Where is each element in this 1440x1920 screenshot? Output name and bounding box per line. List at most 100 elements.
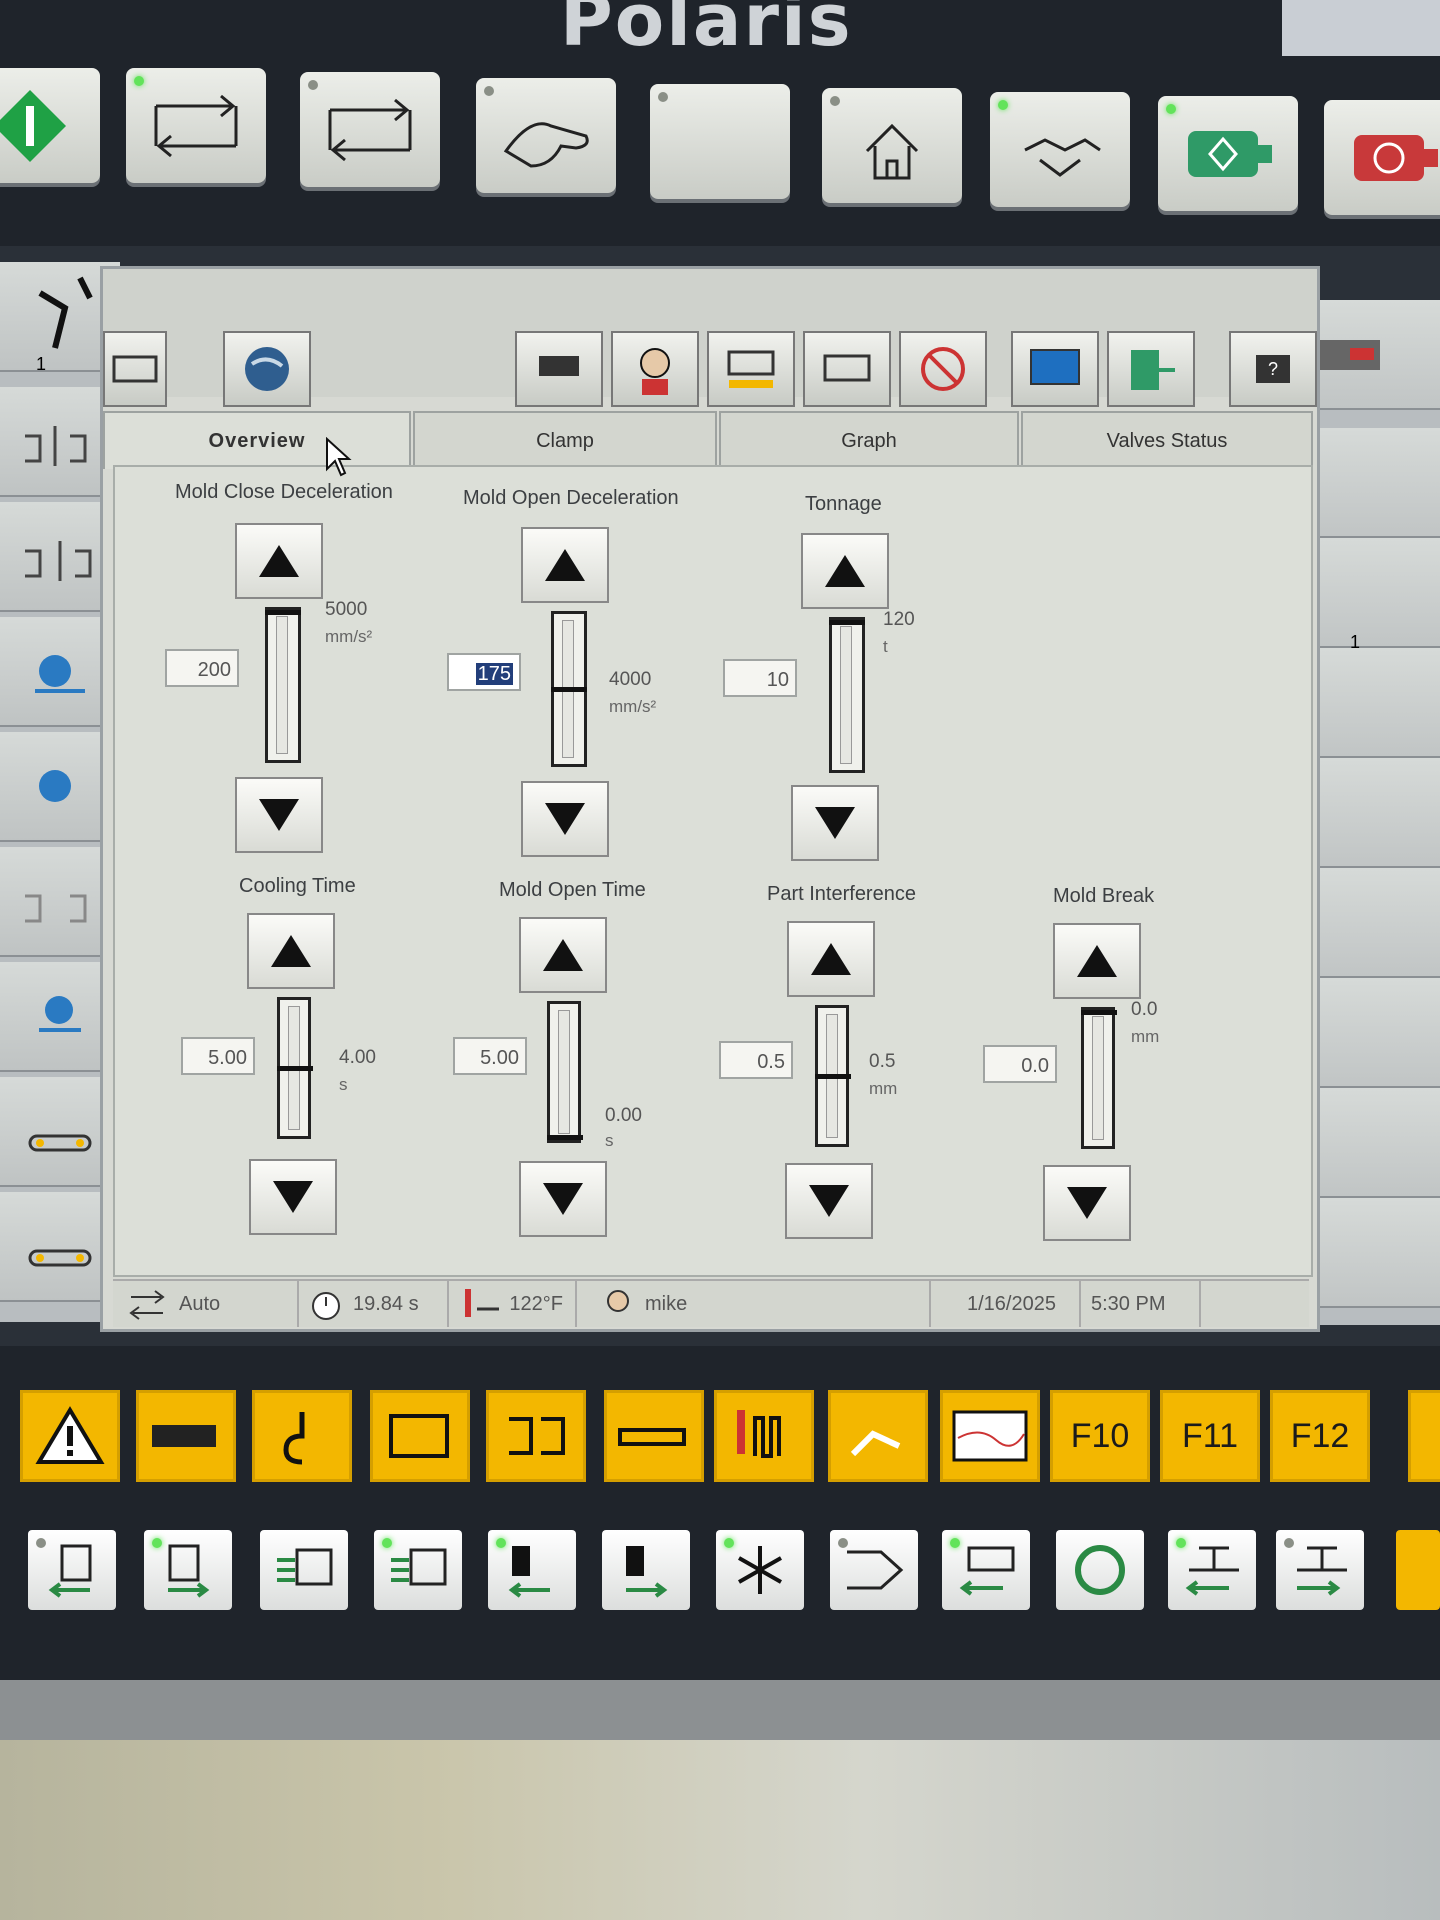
mold-open-decel-up-button[interactable] — [521, 527, 609, 603]
help-button[interactable]: ? — [1229, 331, 1317, 407]
mold-break-input[interactable]: 0.0 — [983, 1045, 1057, 1083]
alarm-key[interactable] — [20, 1390, 120, 1482]
mold-open-decel-slider[interactable] — [551, 611, 587, 767]
down-arrow-icon — [259, 799, 299, 831]
motor-start-button[interactable] — [1158, 96, 1298, 211]
tab-graph[interactable]: Graph — [719, 411, 1019, 471]
mold-break-up-button[interactable] — [1053, 923, 1141, 999]
conveyor-icon — [28, 1134, 92, 1152]
injection-key[interactable] — [604, 1390, 704, 1482]
screen-display-button[interactable] — [1011, 331, 1099, 407]
mold-close-manual-key[interactable] — [144, 1530, 232, 1610]
carriage-forward-manual-key[interactable] — [1276, 1530, 1364, 1610]
ejector-back-manual-key[interactable] — [260, 1530, 348, 1610]
tonnage-slider[interactable] — [829, 617, 865, 773]
core-out-manual-key[interactable] — [602, 1530, 690, 1610]
mold-close-decel-up-button[interactable] — [235, 523, 323, 599]
mold-open-decel-down-button[interactable] — [521, 781, 609, 857]
core-in-manual-key[interactable] — [488, 1530, 576, 1610]
part-interference-input[interactable]: 0.5 — [719, 1041, 793, 1079]
part-interference-up-button[interactable] — [787, 921, 875, 997]
robot-arm-small-icon — [850, 1430, 901, 1457]
hmi-screen: ? Overview Clamp Graph Valves Status Mol… — [100, 266, 1320, 1332]
graph-key[interactable] — [940, 1390, 1040, 1482]
temperature-key[interactable] — [714, 1390, 814, 1482]
part-interference-slider[interactable] — [815, 1005, 851, 1147]
mute-button[interactable] — [899, 331, 987, 407]
cooling-time-slider[interactable] — [277, 997, 313, 1139]
robot-handshake-button[interactable] — [990, 92, 1130, 207]
slider-thumb[interactable] — [277, 1066, 313, 1071]
robot-arm-key[interactable] — [828, 1390, 928, 1482]
machine-overview-key[interactable] — [136, 1390, 236, 1482]
tonnage-up-button[interactable] — [801, 533, 889, 609]
slider-thumb[interactable] — [551, 687, 587, 692]
mold-open-time-up-button[interactable] — [519, 917, 607, 993]
f10-key[interactable]: F10 — [1050, 1390, 1150, 1482]
ejector-forward-manual-key[interactable] — [374, 1530, 462, 1610]
slider-thumb[interactable] — [547, 1135, 583, 1140]
mold-view-button[interactable] — [103, 331, 167, 407]
status-cycle-time-text: 19.84 s — [353, 1292, 419, 1315]
cooling-time-up-button[interactable] — [247, 913, 335, 989]
extra-manual-key[interactable] — [1396, 1530, 1440, 1610]
cooling-time-input[interactable]: 5.00 — [181, 1037, 255, 1075]
nozzle-manual-key[interactable] — [830, 1530, 918, 1610]
mold-break-slider[interactable] — [1081, 1007, 1117, 1149]
auto-button[interactable] — [300, 72, 440, 187]
part-interference-down-button[interactable] — [785, 1163, 873, 1239]
mold-close-decel-slider[interactable] — [265, 607, 301, 763]
f11-key[interactable]: F11 — [1160, 1390, 1260, 1482]
mold-break-down-button[interactable] — [1043, 1165, 1131, 1241]
part-interference-max: 0.5 — [869, 1051, 896, 1072]
robot-home-button[interactable] — [822, 88, 962, 203]
semi-auto-button[interactable] — [126, 68, 266, 183]
motor-stop-button[interactable] — [1324, 100, 1440, 215]
ejector-key[interactable] — [486, 1390, 586, 1482]
mold-open-decel-input[interactable]: 175 — [447, 653, 521, 691]
mold-open-time-slider[interactable] — [547, 1001, 583, 1143]
tonnage-down-button[interactable] — [791, 785, 879, 861]
robot-key[interactable] — [252, 1390, 352, 1482]
mold-measure-button[interactable] — [707, 331, 795, 407]
mold-open-manual-key[interactable] — [28, 1530, 116, 1610]
carriage-back-manual-key[interactable] — [1168, 1530, 1256, 1610]
screw-back-manual-key[interactable] — [942, 1530, 1030, 1610]
slider-thumb[interactable] — [1081, 1010, 1117, 1015]
mold-key[interactable] — [370, 1390, 470, 1482]
slider-thumb[interactable] — [815, 1074, 851, 1079]
mold-close-decel-down-button[interactable] — [235, 777, 323, 853]
manual-button[interactable] — [476, 78, 616, 193]
globe-button[interactable] — [223, 331, 311, 407]
mold-close-decel-input[interactable]: 200 — [165, 649, 239, 687]
left-key-number: 1 — [36, 354, 47, 374]
mold-setup-button[interactable] — [803, 331, 891, 407]
tab-overview[interactable]: Overview — [103, 411, 411, 469]
cooling-time-down-button[interactable] — [249, 1159, 337, 1235]
mold-open-time-down-button[interactable] — [519, 1161, 607, 1237]
blank-button[interactable] — [650, 84, 790, 199]
next-key[interactable] — [1408, 1390, 1440, 1482]
cycle-start-button[interactable] — [0, 68, 100, 183]
tab-valves-status[interactable]: Valves Status — [1021, 411, 1313, 471]
mold-ruler-icon — [727, 350, 775, 388]
slider-thumb[interactable] — [265, 610, 301, 615]
cooling-manual-key[interactable] — [716, 1530, 804, 1610]
auto-cycle-small-icon — [129, 1290, 165, 1320]
f12-key[interactable]: F12 — [1270, 1390, 1370, 1482]
injection-unit-button[interactable] — [515, 331, 603, 407]
logout-button[interactable] — [1107, 331, 1195, 407]
recycle-manual-key[interactable] — [1056, 1530, 1144, 1610]
slider-thumb[interactable] — [829, 620, 865, 625]
mold-close-icon — [25, 541, 92, 581]
user-button[interactable] — [611, 331, 699, 407]
up-arrow-icon — [825, 555, 865, 587]
tonnage-input[interactable]: 10 — [723, 659, 797, 697]
mouse-cursor-icon — [326, 437, 352, 477]
mold-break-unit: mm — [1131, 1027, 1160, 1046]
mold-open-time-input[interactable]: 5.00 — [453, 1037, 527, 1075]
tab-clamp[interactable]: Clamp — [413, 411, 717, 471]
svg-text:?: ? — [1268, 359, 1278, 379]
mold-break-max: 0.0 — [1131, 999, 1158, 1020]
blank-led — [658, 92, 668, 102]
